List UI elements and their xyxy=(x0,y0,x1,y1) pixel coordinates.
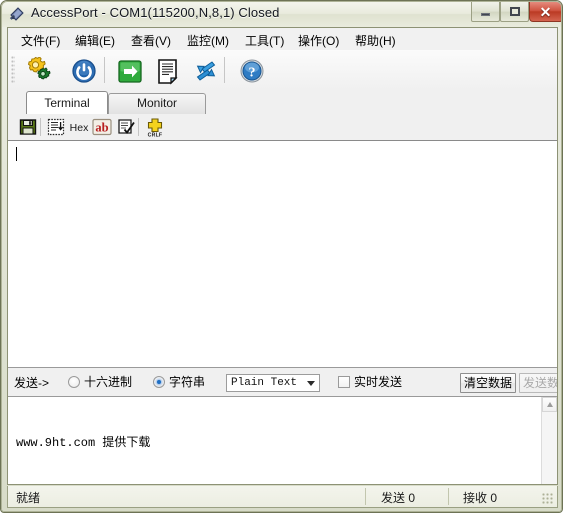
send-input-area[interactable]: www.9ht.com 提供下载 xyxy=(8,396,557,484)
status-received: 接收 0 xyxy=(463,491,498,505)
toolbar-separator xyxy=(138,118,139,136)
menu-bar: 文件(F) 编辑(E) 查看(V) 监控(M) 工具(T) 操作(O) 帮助(H… xyxy=(8,28,557,51)
client-area: 文件(F) 编辑(E) 查看(V) 监控(M) 工具(T) 操作(O) 帮助(H… xyxy=(7,27,558,485)
app-window: AccessPort - COM1(115200,N,8,1) Closed ✕… xyxy=(0,0,563,513)
menu-item-operate[interactable]: 操作(O) xyxy=(293,30,344,48)
menu-item-file[interactable]: 文件(F) xyxy=(16,30,65,48)
menu-item-help[interactable]: 帮助(H) xyxy=(350,30,401,48)
page-scroll-icon[interactable] xyxy=(46,117,66,137)
scroll-up-arrow-icon xyxy=(546,402,553,407)
watermark-text: www.9ht.com 提供下载 xyxy=(16,436,151,450)
toolbar-separator xyxy=(104,57,105,83)
status-sent: 发送 0 xyxy=(381,491,416,505)
status-separator xyxy=(448,488,449,505)
sync-arrows-icon[interactable] xyxy=(192,57,220,85)
minimize-button[interactable] xyxy=(471,2,500,22)
maximize-button[interactable] xyxy=(500,2,529,22)
tab-monitor[interactable]: Monitor xyxy=(108,93,206,114)
edit-check-icon[interactable] xyxy=(116,117,136,137)
svg-text:CRLF: CRLF xyxy=(148,132,163,137)
title-bar[interactable]: AccessPort - COM1(115200,N,8,1) Closed ✕ xyxy=(1,1,562,27)
crlf-icon[interactable]: CRLF xyxy=(144,117,166,138)
radio-hex[interactable]: 十六进制 xyxy=(68,373,132,390)
window-title: AccessPort - COM1(115200,N,8,1) Closed xyxy=(31,5,280,20)
config-gears-icon[interactable] xyxy=(26,56,54,85)
green-arrow-icon[interactable] xyxy=(116,57,144,85)
menu-item-edit[interactable]: 编辑(E) xyxy=(70,30,120,48)
help-icon[interactable]: ? xyxy=(238,57,266,85)
svg-text:Hex: Hex xyxy=(70,122,89,134)
radio-string-label: 字符串 xyxy=(169,375,206,389)
menu-item-monitor[interactable]: 监控(M) xyxy=(182,30,234,48)
tab-strip: Terminal Monitor xyxy=(8,90,557,114)
toolbar-grip[interactable] xyxy=(11,56,15,84)
clear-data-button[interactable]: 清空数据 xyxy=(460,373,516,393)
serial-port-icon xyxy=(9,6,25,22)
scroll-up-button[interactable] xyxy=(542,397,557,412)
realtime-checkbox-indicator xyxy=(338,375,350,388)
menu-item-view[interactable]: 查看(V) xyxy=(126,30,176,48)
checkbox-realtime-send[interactable]: 实时发送 xyxy=(338,373,402,390)
send-label: 发送-> xyxy=(14,376,50,390)
terminal-output-area[interactable] xyxy=(8,140,557,368)
radio-string[interactable]: 字符串 xyxy=(153,373,205,390)
maximize-icon xyxy=(501,2,528,21)
ab-ascii-icon[interactable]: ab xyxy=(92,117,112,137)
status-bar: 就绪 发送 0 接收 0 xyxy=(7,486,558,508)
toolbar-separator xyxy=(224,57,225,83)
radio-hex-label: 十六进制 xyxy=(84,375,133,389)
document-icon[interactable] xyxy=(154,57,182,85)
chevron-down-icon xyxy=(307,381,315,386)
radio-hex-indicator xyxy=(68,375,80,388)
status-ready: 就绪 xyxy=(16,491,41,505)
main-toolbar: ? xyxy=(8,50,557,91)
power-icon[interactable] xyxy=(70,57,98,85)
toolbar-separator xyxy=(40,118,41,136)
text-caret xyxy=(16,147,17,161)
realtime-label: 实时发送 xyxy=(354,375,403,389)
menu-item-tools[interactable]: 工具(T) xyxy=(240,30,289,48)
status-separator xyxy=(365,488,366,505)
format-select[interactable]: Plain Text xyxy=(226,374,320,392)
close-button[interactable]: ✕ xyxy=(529,2,562,22)
resize-grip[interactable] xyxy=(542,493,554,505)
send-area-scrollbar[interactable] xyxy=(541,397,557,484)
minimize-icon xyxy=(472,2,499,21)
svg-text:ab: ab xyxy=(95,121,108,135)
format-select-value: Plain Text xyxy=(231,377,298,389)
save-icon[interactable] xyxy=(18,117,38,137)
terminal-toolbar: Hex ab CRLF xyxy=(8,114,557,141)
hex-label-icon[interactable]: Hex xyxy=(67,117,91,137)
svg-text:?: ? xyxy=(249,65,256,80)
send-data-button[interactable]: 发送数 xyxy=(519,373,557,393)
radio-string-indicator xyxy=(153,375,165,388)
close-icon: ✕ xyxy=(539,3,552,20)
tab-terminal[interactable]: Terminal xyxy=(26,91,108,114)
